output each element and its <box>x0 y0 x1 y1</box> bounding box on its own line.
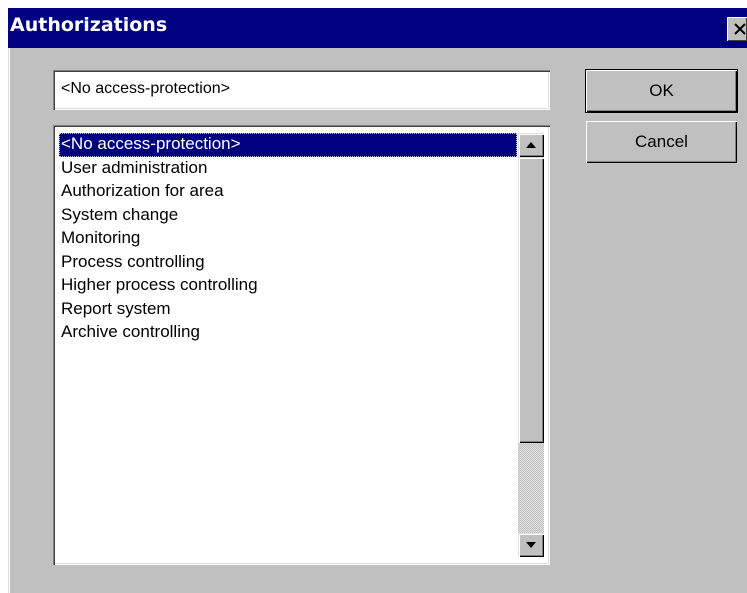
scroll-down-button[interactable] <box>518 533 544 557</box>
list-item[interactable]: Authorization for area <box>59 180 517 204</box>
authorization-list: <No access-protection> User administrati… <box>59 133 517 345</box>
list-item[interactable]: User administration <box>59 157 517 181</box>
scroll-thumb[interactable] <box>518 157 544 443</box>
list-item[interactable]: Report system <box>59 298 517 322</box>
list-item[interactable]: Archive controlling <box>59 321 517 345</box>
list-item[interactable]: Higher process controlling <box>59 274 517 298</box>
list-item[interactable]: <No access-protection> <box>59 133 517 157</box>
list-item[interactable]: Process controlling <box>59 251 517 275</box>
close-icon <box>734 23 746 35</box>
list-item[interactable]: Monitoring <box>59 227 517 251</box>
close-button[interactable] <box>727 17 747 41</box>
authorization-input-value: <No access-protection> <box>61 80 230 97</box>
title-bar[interactable]: Authorizations <box>8 8 747 48</box>
arrow-up-icon <box>526 142 536 148</box>
authorizations-dialog: Authorizations <No access-protection> <N… <box>8 8 747 593</box>
authorization-listbox[interactable]: <No access-protection> User administrati… <box>53 125 550 565</box>
scroll-track[interactable] <box>518 443 544 533</box>
arrow-down-icon <box>526 542 536 548</box>
vertical-scrollbar[interactable] <box>518 133 544 557</box>
scroll-up-button[interactable] <box>518 133 544 157</box>
ok-button[interactable]: OK <box>586 70 737 112</box>
authorization-input[interactable]: <No access-protection> <box>53 70 550 110</box>
window-title: Authorizations <box>10 14 168 36</box>
list-item[interactable]: System change <box>59 204 517 228</box>
cancel-button[interactable]: Cancel <box>586 121 737 163</box>
